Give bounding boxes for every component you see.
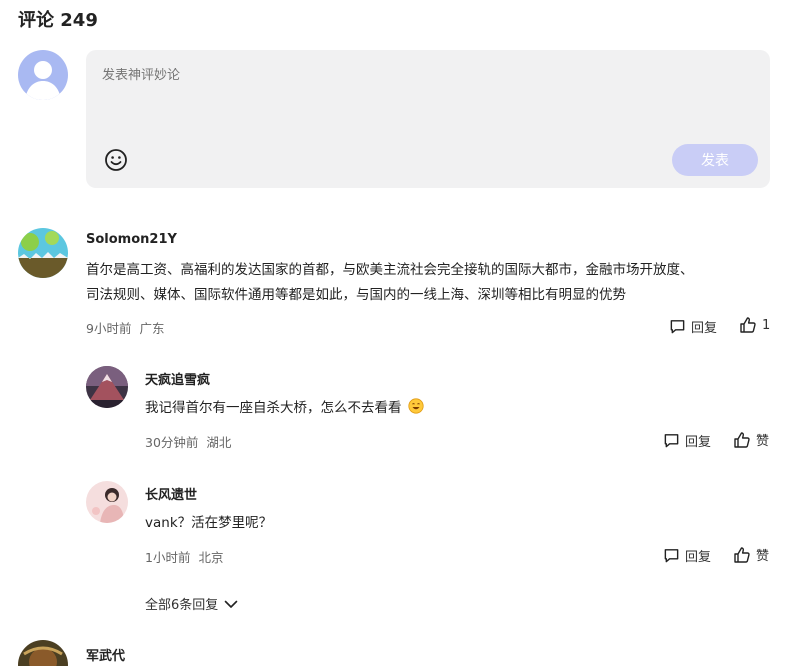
chevron-down-icon [224,600,238,608]
reply-label: 回复 [685,435,712,450]
comments-title: 评论 249 [18,10,98,31]
reply-time: 1小时前 [145,550,191,565]
emoji-icon[interactable] [104,148,128,172]
like-button[interactable]: 赞 [733,430,769,449]
reply-text: 我记得首尔有一座自杀大桥，怎么不去看看 [145,396,424,421]
like-button[interactable]: 1 [739,316,770,334]
avatar[interactable] [86,481,128,523]
reply-location: 北京 [198,550,224,565]
default-avatar-icon [18,50,68,100]
reply-label: 回复 [691,321,718,336]
reply-meta: 30分钟前 湖北 [145,432,231,451]
comment-meta: 9小时前 广东 [86,318,164,337]
comment-text-line: 司法规则、媒体、国际软件通用等都是如此，与国内的一线上海、深圳等相比有明显的优势 [86,287,626,303]
reply-icon [664,434,679,448]
reply-location: 湖北 [206,435,232,450]
thumbs-up-icon [740,317,756,333]
reply-username[interactable]: 天疯追雪疯 [145,369,210,388]
like-count: 1 [762,317,771,333]
comment-text-line: 首尔是高工资、高福利的发达国家的首都，与欧美主流社会完全接轨的国际大都市，金融市… [86,262,694,278]
reply-time: 30分钟前 [145,435,199,450]
publish-button[interactable]: 发表 [672,144,758,176]
comment-location: 广东 [139,321,165,336]
reply-button[interactable]: 回复 [663,431,711,450]
comment-composer: 发表 [86,50,770,188]
comment-username[interactable]: Solomon21Y [86,232,177,247]
expand-replies-label: 全部6条回复 [145,598,219,613]
avatar[interactable] [18,640,68,666]
reply-label: 回复 [685,550,712,565]
reply-username[interactable]: 长风遗世 [145,484,197,503]
avatar[interactable] [86,366,128,408]
comment-username[interactable]: 军武代 [86,645,125,664]
like-label: 赞 [756,434,770,449]
comment-input[interactable] [102,68,642,83]
reply-button[interactable]: 回复 [663,546,711,565]
thumbs-up-icon [734,431,750,448]
expand-replies-button[interactable]: 全部6条回复 [145,594,238,613]
like-label: 赞 [756,549,770,564]
user-avatar [18,50,68,100]
like-button[interactable]: 赞 [733,545,769,564]
reply-meta: 1小时前 北京 [145,547,223,566]
comment-time: 9小时前 [86,321,132,336]
reply-text: vank？活在梦里呢？ [145,515,273,531]
reply-button[interactable]: 回复 [669,317,717,336]
reply-icon [664,549,679,563]
avatar[interactable] [18,228,68,278]
thumbs-up-icon [734,546,750,563]
reply-icon [670,320,685,334]
emoji-grin-icon [408,398,424,414]
